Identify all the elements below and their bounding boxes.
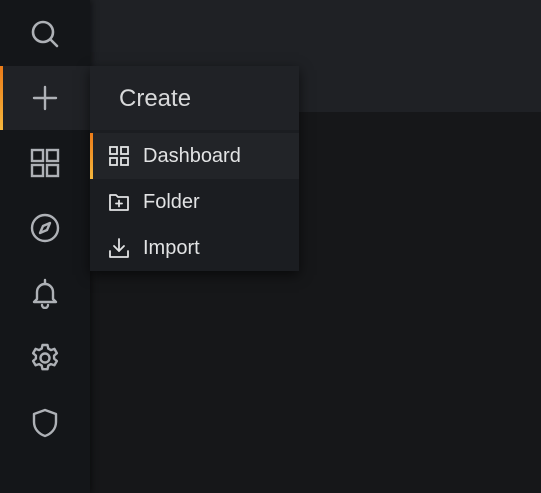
dashboards-grid-icon — [30, 148, 60, 178]
dropdown-title: Create — [119, 85, 192, 112]
menu-item-import[interactable]: Import — [90, 225, 299, 271]
sidebar-item-explore[interactable] — [0, 196, 90, 260]
plus-icon — [32, 85, 58, 111]
sidebar-item-alerting[interactable] — [0, 261, 90, 325]
menu-item-dashboard[interactable]: Dashboard — [90, 133, 299, 179]
create-dropdown-menu: Create Dashboard Folder Import — [90, 66, 299, 271]
sidebar — [0, 0, 90, 493]
search-icon — [31, 20, 59, 48]
menu-item-label: Import — [143, 236, 200, 259]
shield-icon — [32, 408, 58, 438]
menu-item-folder[interactable]: Folder — [90, 179, 299, 225]
compass-icon — [30, 213, 60, 243]
gear-icon — [31, 343, 59, 371]
apps-grid-icon — [109, 146, 129, 166]
sidebar-item-server-admin[interactable] — [0, 391, 90, 455]
sidebar-item-create[interactable] — [0, 66, 90, 130]
sidebar-item-search[interactable] — [0, 2, 90, 66]
import-icon — [109, 238, 129, 258]
bell-icon — [32, 278, 58, 309]
menu-item-label: Dashboard — [143, 144, 241, 167]
sidebar-item-configuration[interactable] — [0, 326, 90, 390]
sidebar-item-dashboards[interactable] — [0, 131, 90, 195]
menu-item-label: Folder — [143, 190, 200, 213]
folder-plus-icon — [109, 194, 129, 211]
dropdown-header: Create — [90, 66, 299, 130]
